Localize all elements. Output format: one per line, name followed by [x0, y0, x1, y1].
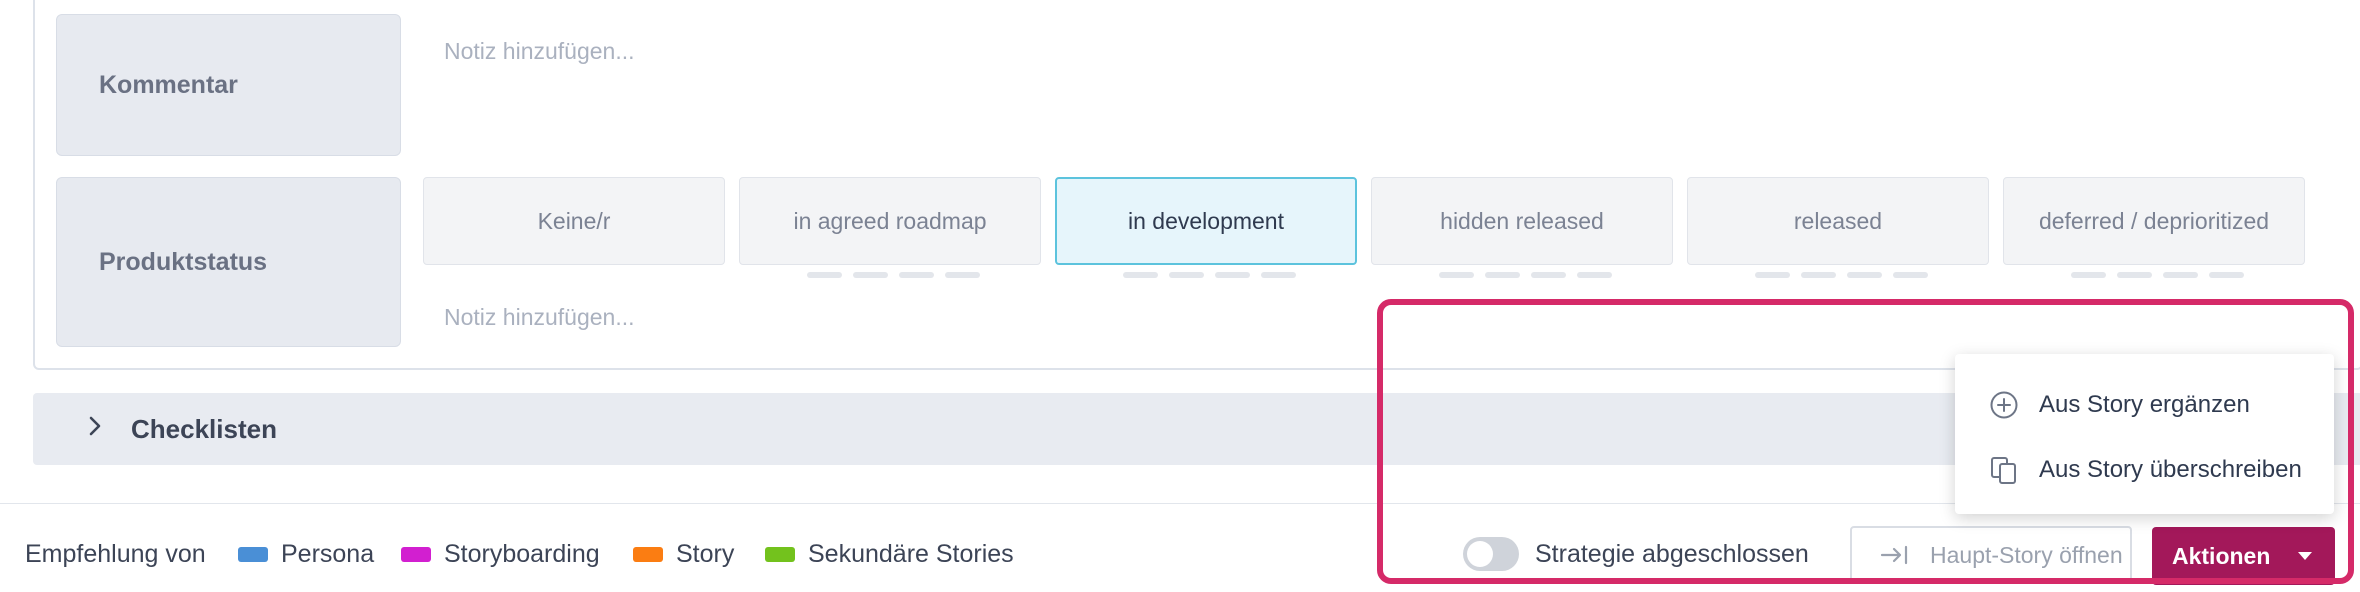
legend-swatch-story: [633, 547, 663, 562]
strategy-completed-label: Strategie abgeschlossen: [1535, 540, 1809, 568]
status-option-deferred[interactable]: deferred / deprioritized: [2003, 177, 2305, 265]
actions-dropdown-menu: Aus Story ergänzen Aus Story überschreib…: [1955, 354, 2334, 514]
recommendation-indicator: [1123, 272, 1296, 278]
open-main-story-label: Haupt-Story öffnen: [1930, 541, 2123, 568]
recommendation-indicator: [2071, 272, 2244, 278]
comment-note-input[interactable]: Notiz hinzufügen...: [444, 38, 635, 65]
product-status-label-text: Produktstatus: [99, 247, 268, 276]
product-status-label: Produktstatus: [56, 177, 401, 347]
legend-swatch-secondary-stories: [765, 547, 795, 562]
actions-label: Aktionen: [2172, 542, 2271, 569]
menu-item-label: Aus Story ergänzen: [2039, 391, 2250, 418]
legend-swatch-persona: [238, 547, 268, 562]
status-option-released[interactable]: released: [1687, 177, 1989, 265]
recommendation-indicator: [1439, 272, 1612, 278]
comment-label: Kommentar: [56, 14, 401, 156]
strategy-completed-toggle[interactable]: [1463, 537, 1519, 571]
product-status-note-input[interactable]: Notiz hinzufügen...: [444, 304, 635, 331]
menu-item-overwrite-from-story[interactable]: Aus Story überschreiben: [1955, 440, 2334, 500]
legend-label-persona: Persona: [281, 540, 375, 568]
open-main-story-button[interactable]: Haupt-Story öffnen: [1850, 526, 2132, 584]
recommendation-label: Empfehlung von: [25, 540, 206, 568]
menu-item-label: Aus Story überschreiben: [2039, 456, 2302, 483]
status-option-in-development[interactable]: in development: [1055, 177, 1357, 265]
actions-button[interactable]: Aktionen: [2152, 527, 2335, 585]
copy-icon: [1989, 455, 2019, 485]
status-option-none[interactable]: Keine/r: [423, 177, 725, 265]
menu-item-add-from-story[interactable]: Aus Story ergänzen: [1955, 375, 2334, 435]
legend-label-storyboarding: Storyboarding: [444, 540, 600, 568]
arrow-to-line-icon: [1880, 543, 1910, 567]
legend-swatch-storyboarding: [401, 547, 431, 562]
legend-label-story: Story: [676, 540, 735, 568]
legend-label-secondary-stories: Sekundäre Stories: [808, 540, 1014, 568]
status-option-agreed-roadmap[interactable]: in agreed roadmap: [739, 177, 1041, 265]
caret-down-icon: [2296, 550, 2314, 562]
recommendation-indicator: [807, 272, 980, 278]
plus-circle-icon: [1989, 390, 2019, 420]
status-option-hidden-released[interactable]: hidden released: [1371, 177, 1673, 265]
comment-label-text: Kommentar: [99, 70, 238, 99]
checklists-label: Checklisten: [131, 413, 277, 444]
chevron-right-icon: [85, 412, 111, 446]
recommendation-indicator: [1755, 272, 1928, 278]
